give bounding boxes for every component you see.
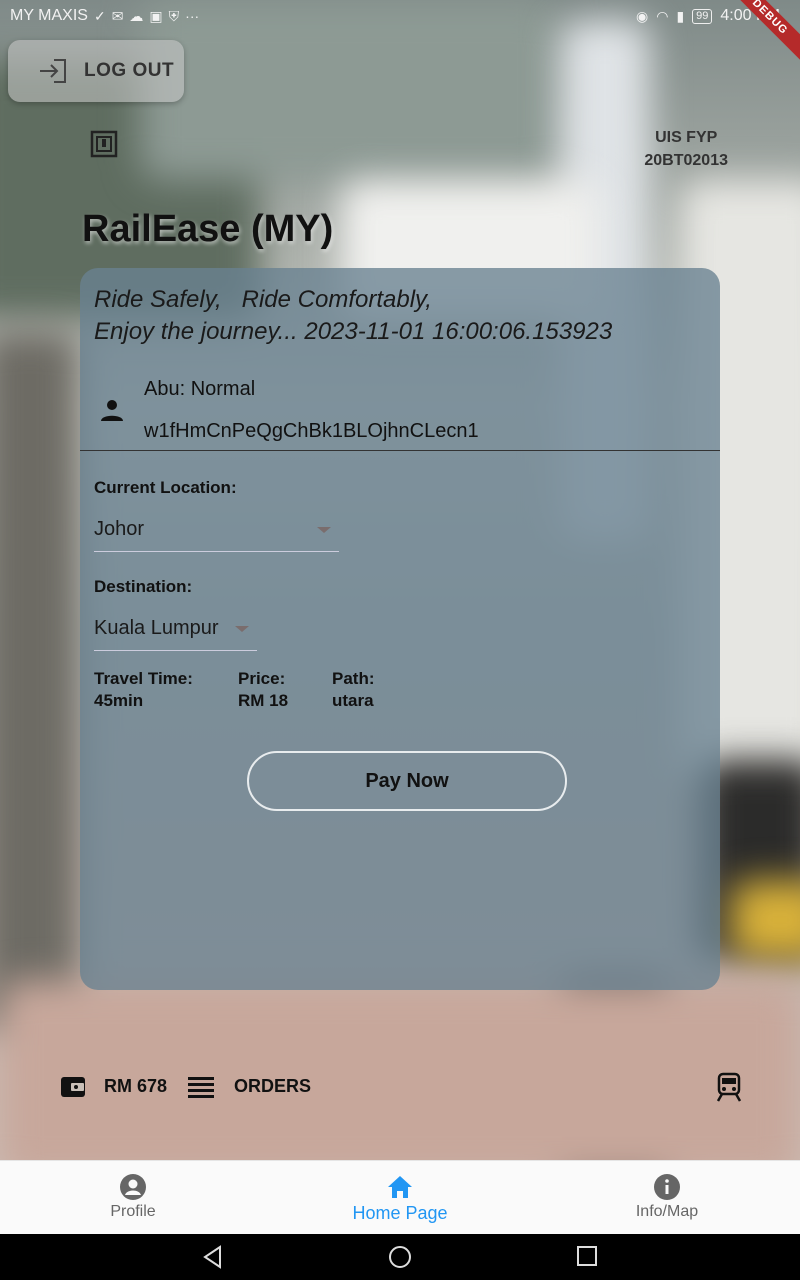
orders-link[interactable]: ORDERS (234, 1076, 311, 1097)
mail-icon: ✉ (111, 7, 124, 24)
path-label: Path: (332, 669, 375, 688)
price-value: RM 18 (238, 691, 289, 710)
wallet-icon[interactable] (60, 1074, 86, 1100)
travel-time-value: 45min (94, 691, 144, 710)
account-circle-icon (120, 1174, 146, 1200)
travel-time-label: Travel Time: (94, 669, 193, 688)
project-line1: UIS FYP (655, 129, 718, 146)
destination-dropdown[interactable]: Kuala Lumpur (94, 607, 257, 651)
chevron-down-icon (235, 626, 249, 632)
recents-icon[interactable] (576, 1245, 598, 1267)
home-button-icon[interactable] (388, 1245, 412, 1269)
wifi-icon: ◠ (656, 7, 669, 24)
home-icon (388, 1176, 412, 1198)
chevron-down-icon (317, 527, 331, 533)
travel-time-info: Travel Time: 45min (94, 668, 193, 712)
price-info: Price: RM 18 (238, 668, 288, 712)
path-info: Path: utara (332, 668, 375, 712)
user-id: w1fHmCnPeQgChBk1BLOjhnCLecn1 (144, 420, 479, 442)
back-icon[interactable] (202, 1245, 224, 1269)
nav-label-info: Info/Map (635, 1203, 699, 1220)
list-icon[interactable] (188, 1076, 214, 1098)
slogan: Ride Safely, Ride Comfortably, Enjoy the… (94, 284, 612, 348)
wallet-balance: RM 678 (104, 1076, 168, 1096)
logout-label: LOG OUT (84, 60, 175, 81)
train-icon[interactable] (716, 1072, 742, 1102)
qr-scan-icon[interactable] (90, 130, 118, 158)
project-line2: 20BT02013 (644, 152, 728, 169)
destination-value: Kuala Lumpur (94, 617, 219, 639)
nav-item-profile[interactable]: Profile (23, 1161, 243, 1235)
current-location-value: Johor (94, 518, 145, 540)
person-icon (101, 400, 123, 421)
path-value: utara (332, 691, 374, 710)
check-icon: ✓ (93, 7, 106, 24)
user-name: Abu: Normal (144, 378, 256, 400)
project-id: UIS FYP 20BT02013 (644, 126, 728, 172)
nav-label-profile: Profile (110, 1203, 156, 1220)
cloud-icon: ☁ (129, 7, 144, 24)
app-title: RailEase (MY) (82, 208, 334, 250)
more-icon: ··· (185, 8, 200, 24)
current-location-dropdown[interactable]: Johor (94, 508, 339, 552)
price-label: Price: (238, 669, 286, 688)
nav-item-home[interactable]: Home Page (290, 1161, 510, 1235)
user-info-row: Abu: Normal w1fHmCnPeQgChBk1BLOjhnCLecn1 (80, 368, 720, 451)
logout-icon (40, 59, 66, 83)
destination-label: Destination: (94, 577, 193, 596)
current-location-label: Current Location: (94, 478, 237, 497)
bottom-navigation: Profile Home Page Info/Map (0, 1160, 800, 1234)
carrier-label: MY MAXIS (10, 7, 88, 24)
wallet-bar: RM 678 ORDERS (0, 1068, 800, 1108)
system-navigation-bar (0, 1234, 800, 1280)
bag-icon: ▣ (149, 7, 163, 24)
slogan-line1: Ride Safely, Ride Comfortably, (94, 286, 432, 313)
booking-card: Ride Safely, Ride Comfortably, Enjoy the… (80, 268, 720, 990)
eye-icon: ◉ (636, 7, 649, 24)
battery-icon: 99 (692, 8, 713, 24)
logout-button[interactable]: LOG OUT (8, 40, 184, 102)
pay-now-button[interactable]: Pay Now (247, 751, 567, 811)
nav-item-info[interactable]: Info/Map (557, 1161, 777, 1235)
nav-label-home: Home Page (352, 1203, 448, 1223)
signal-icon: ▮ (676, 7, 685, 24)
slogan-line2: Enjoy the journey... 2023-11-01 16:00:06… (94, 318, 613, 345)
info-icon (654, 1174, 680, 1200)
shield-icon: ⛨ (168, 7, 180, 24)
status-bar: MY MAXIS ✓ ✉ ☁ ▣ ⛨ ··· ◉ ◠ ▮ 99 4:00 PM … (0, 0, 800, 66)
